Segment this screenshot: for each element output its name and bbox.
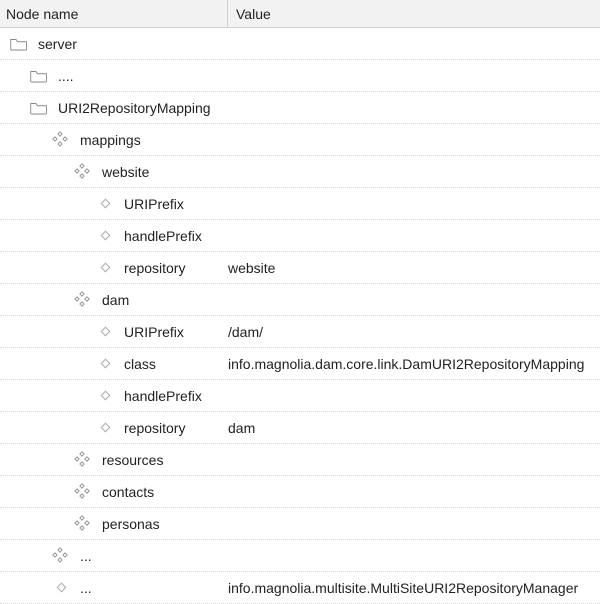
node-value-cell: website: [228, 260, 600, 276]
node-value-cell: /dam/: [228, 324, 600, 340]
node-name-cell: website: [0, 163, 228, 181]
node-label: handlePrefix: [124, 228, 202, 244]
property-icon: [96, 195, 114, 213]
tree-row[interactable]: repository dam: [0, 412, 600, 444]
table-header: Node name Value: [0, 0, 600, 28]
col-header-name[interactable]: Node name: [0, 0, 228, 27]
content-node-icon: [74, 483, 92, 501]
content-node-icon: [74, 163, 92, 181]
content-node-icon: [74, 291, 92, 309]
node-label: handlePrefix: [124, 388, 202, 404]
node-name-cell: class: [0, 355, 228, 373]
tree-row[interactable]: personas: [0, 508, 600, 540]
node-name-cell: ....: [0, 67, 228, 85]
node-label: URI2RepositoryMapping: [58, 100, 211, 116]
content-node-icon: [52, 547, 70, 565]
node-value-cell: info.magnolia.multisite.MultiSiteURI2Rep…: [228, 580, 600, 596]
node-label: repository: [124, 420, 185, 436]
tree-row[interactable]: ....: [0, 60, 600, 92]
node-name-cell: repository: [0, 419, 228, 437]
tree-row[interactable]: URIPrefix/dam/: [0, 316, 600, 348]
folder-icon: [10, 35, 28, 53]
node-label: URIPrefix: [124, 196, 184, 212]
node-name-cell: personas: [0, 515, 228, 533]
node-name-cell: ...: [0, 579, 228, 597]
tree-row[interactable]: URI2RepositoryMapping: [0, 92, 600, 124]
node-name-cell: repository: [0, 259, 228, 277]
content-node-icon: [74, 451, 92, 469]
node-label: repository: [124, 260, 185, 276]
tree-row[interactable]: ...: [0, 540, 600, 572]
node-name-cell: handlePrefix: [0, 227, 228, 245]
tree-row[interactable]: handlePrefix: [0, 380, 600, 412]
node-value-cell: dam: [228, 420, 600, 436]
content-node-icon: [74, 515, 92, 533]
node-value-cell: info.magnolia.dam.core.link.DamURI2Repos…: [228, 356, 600, 372]
node-name-cell: server: [0, 35, 228, 53]
tree-row[interactable]: ... info.magnolia.multisite.MultiSiteURI2…: [0, 572, 600, 604]
tree-row[interactable]: URIPrefix: [0, 188, 600, 220]
tree-body: server.... URI2RepositoryMapping mappings w…: [0, 28, 600, 604]
property-icon: [96, 227, 114, 245]
property-icon: [96, 259, 114, 277]
node-label: ....: [58, 68, 74, 84]
node-label: server: [38, 36, 77, 52]
tree-row[interactable]: repository website: [0, 252, 600, 284]
node-label: ...: [80, 548, 92, 564]
node-label: resources: [102, 452, 163, 468]
tree-row[interactable]: website: [0, 156, 600, 188]
tree-row[interactable]: resources: [0, 444, 600, 476]
property-icon: [52, 579, 70, 597]
node-label: personas: [102, 516, 160, 532]
node-name-cell: ...: [0, 547, 228, 565]
node-label: website: [102, 164, 149, 180]
folder-icon: [30, 99, 48, 117]
node-name-cell: URIPrefix: [0, 323, 228, 341]
tree-row[interactable]: dam: [0, 284, 600, 316]
node-name-cell: dam: [0, 291, 228, 309]
node-name-cell: URI2RepositoryMapping: [0, 99, 228, 117]
node-name-cell: contacts: [0, 483, 228, 501]
property-icon: [96, 355, 114, 373]
property-icon: [96, 387, 114, 405]
node-label: URIPrefix: [124, 324, 184, 340]
node-name-cell: handlePrefix: [0, 387, 228, 405]
node-label: class: [124, 356, 156, 372]
content-node-icon: [52, 131, 70, 149]
node-name-cell: URIPrefix: [0, 195, 228, 213]
tree-row[interactable]: contacts: [0, 476, 600, 508]
tree-row[interactable]: mappings: [0, 124, 600, 156]
property-icon: [96, 419, 114, 437]
node-label: ...: [80, 580, 92, 596]
property-icon: [96, 323, 114, 341]
tree-row[interactable]: server: [0, 28, 600, 60]
node-label: mappings: [80, 132, 141, 148]
folder-icon: [30, 67, 48, 85]
node-name-cell: resources: [0, 451, 228, 469]
node-label: contacts: [102, 484, 154, 500]
node-name-cell: mappings: [0, 131, 228, 149]
col-header-value[interactable]: Value: [228, 0, 600, 27]
tree-row[interactable]: handlePrefix: [0, 220, 600, 252]
node-label: dam: [102, 292, 129, 308]
tree-row[interactable]: class info.magnolia.dam.core.link.DamURI2…: [0, 348, 600, 380]
